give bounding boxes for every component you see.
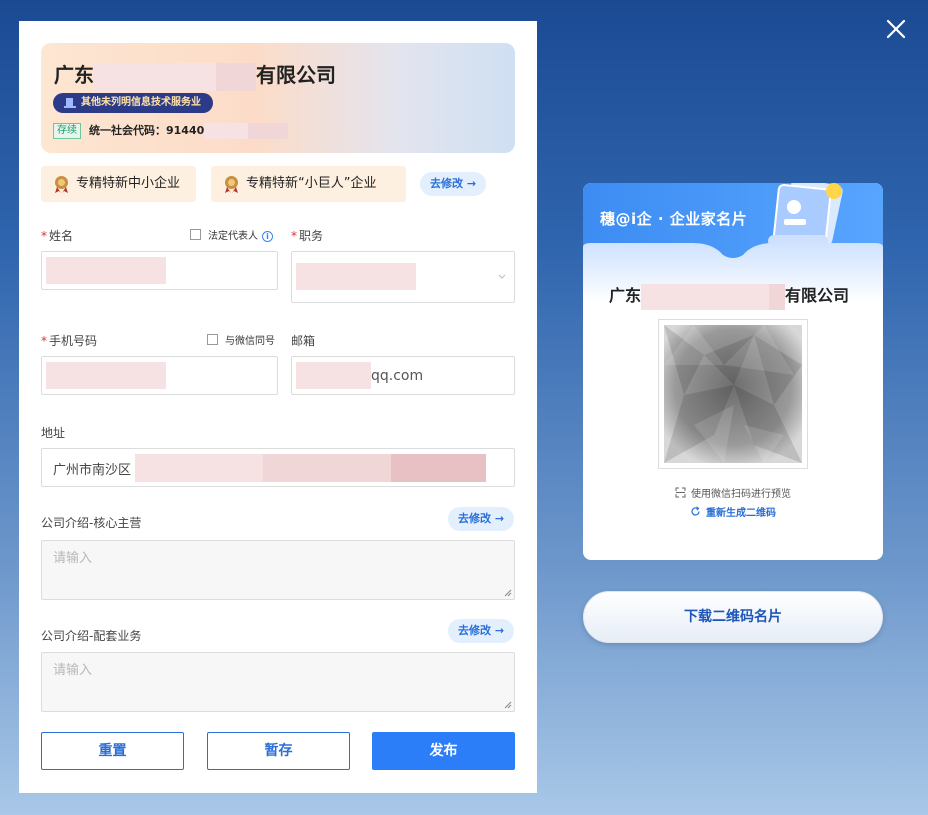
building-icon: [64, 98, 76, 108]
download-qr-card-button[interactable]: 下载二维码名片: [583, 591, 883, 643]
status-badge: 存续: [53, 123, 81, 139]
name-input[interactable]: [41, 251, 278, 290]
checkbox[interactable]: [190, 229, 201, 240]
company-name-suffix: 有限公司: [256, 63, 336, 87]
core-business-label: 公司介绍-核心主营: [41, 516, 142, 530]
position-label: * 职务: [291, 229, 324, 243]
redacted-mask: [641, 283, 770, 310]
qualification-label: 专精特新中小企业: [76, 176, 181, 191]
same-wechat-label: 与微信同号: [225, 336, 275, 347]
qualification-tag-little-giant: 专精特新“小巨人”企业: [211, 166, 406, 202]
supporting-business-textarea[interactable]: 请输入: [41, 652, 515, 712]
address-input[interactable]: 广州市南沙区: [41, 448, 515, 487]
edit-link-label: 去修改: [430, 177, 463, 190]
phone-label: * 手机号码: [41, 334, 98, 348]
redacted-mask: [135, 454, 263, 482]
chevron-down-icon: [498, 274, 506, 279]
scan-tip: 使用微信扫码进行预览: [583, 485, 883, 500]
scan-icon: [675, 487, 686, 498]
position-select[interactable]: [291, 251, 515, 303]
award-medal-icon: [55, 176, 68, 193]
award-medal-icon: [225, 176, 238, 193]
redacted-mask: [46, 362, 166, 389]
core-business-textarea[interactable]: 请输入: [41, 540, 515, 600]
edit-panel: 广东 有限公司 其他未列明信息技术服务业 存续 统一社会代码：91440 专精特新…: [19, 21, 537, 793]
placeholder: 请输入: [53, 551, 93, 566]
company-name: 广东 有限公司: [54, 59, 336, 91]
company-prefix: 广东: [609, 286, 642, 305]
arrow-right-icon: →: [466, 177, 477, 190]
edit-link-label: 去修改: [458, 512, 491, 525]
business-card-preview: 穗@i企 · 企业家名片 广东 有限公司 使用微信扫码进行预览 重新生成二维码: [583, 183, 883, 560]
info-icon[interactable]: i: [262, 231, 273, 242]
scan-tip-text: 使用微信扫码进行预览: [691, 489, 791, 500]
qualification-tag-sme: 专精特新中小企业: [41, 166, 196, 202]
same-wechat-checkbox[interactable]: 与微信同号: [207, 334, 275, 348]
business-card-company: 广东 有限公司: [609, 282, 849, 310]
address-label: 地址: [41, 426, 66, 440]
position-label-text: 职务: [299, 229, 324, 243]
legal-rep-label: 法定代表人: [208, 231, 258, 242]
email-value: qq.com: [371, 368, 424, 384]
publish-button[interactable]: 发布: [372, 732, 515, 770]
edit-core-business-link[interactable]: 去修改 →: [448, 507, 515, 531]
supporting-business-label: 公司介绍-配套业务: [41, 629, 142, 643]
redacted-mask: [94, 62, 216, 91]
email-input[interactable]: qq.com: [291, 356, 515, 395]
edit-qualifications-link[interactable]: 去修改 →: [420, 172, 487, 196]
industry-badge: 其他未列明信息技术服务业: [53, 93, 213, 113]
edit-supporting-business-link[interactable]: 去修改 →: [448, 619, 515, 643]
regenerate-label: 重新生成二维码: [706, 508, 776, 519]
reset-button[interactable]: 重置: [41, 732, 184, 770]
credit-code: 统一社会代码：91440: [89, 123, 289, 139]
save-draft-button[interactable]: 暂存: [207, 732, 350, 770]
redacted-mask: [216, 62, 256, 91]
edit-link-label: 去修改: [458, 624, 491, 637]
address-value: 广州市南沙区: [53, 463, 132, 478]
phone-input[interactable]: [41, 356, 278, 395]
email-label: 邮箱: [291, 334, 316, 348]
close-icon[interactable]: [884, 17, 908, 41]
arrow-right-icon: →: [494, 624, 505, 637]
name-label: * 姓名: [41, 229, 74, 243]
placeholder: 请输入: [53, 663, 93, 678]
credit-code-label: 统一社会代码：91440: [89, 124, 205, 137]
refresh-icon: [691, 506, 700, 516]
redacted-mask: [391, 454, 486, 482]
qr-code: [658, 319, 808, 469]
redacted-mask: [248, 123, 289, 139]
checkbox[interactable]: [207, 334, 218, 345]
company-card: 广东 有限公司 其他未列明信息技术服务业 存续 统一社会代码：91440: [41, 43, 515, 153]
redacted-mask: [769, 283, 786, 310]
legal-rep-checkbox[interactable]: 法定代表人 i: [190, 229, 273, 243]
redacted-mask: [296, 362, 371, 389]
industry-label: 其他未列明信息技术服务业: [81, 97, 201, 108]
regenerate-qr-link[interactable]: 重新生成二维码: [583, 504, 883, 519]
redacted-mask: [263, 454, 391, 482]
phone-label-text: 手机号码: [49, 334, 98, 348]
resize-grip-icon[interactable]: [504, 701, 512, 709]
arrow-right-icon: →: [494, 512, 505, 525]
redacted-mask: [204, 123, 249, 139]
qualification-label: 专精特新“小巨人”企业: [246, 176, 377, 191]
qr-code-image: [664, 325, 802, 463]
resize-grip-icon[interactable]: [504, 589, 512, 597]
redacted-mask: [296, 263, 416, 290]
company-name-prefix: 广东: [54, 63, 94, 87]
name-label-text: 姓名: [49, 229, 74, 243]
business-card-title: 穗@i企 · 企业家名片: [600, 210, 748, 228]
company-suffix: 有限公司: [785, 286, 850, 305]
redacted-mask: [46, 257, 166, 284]
